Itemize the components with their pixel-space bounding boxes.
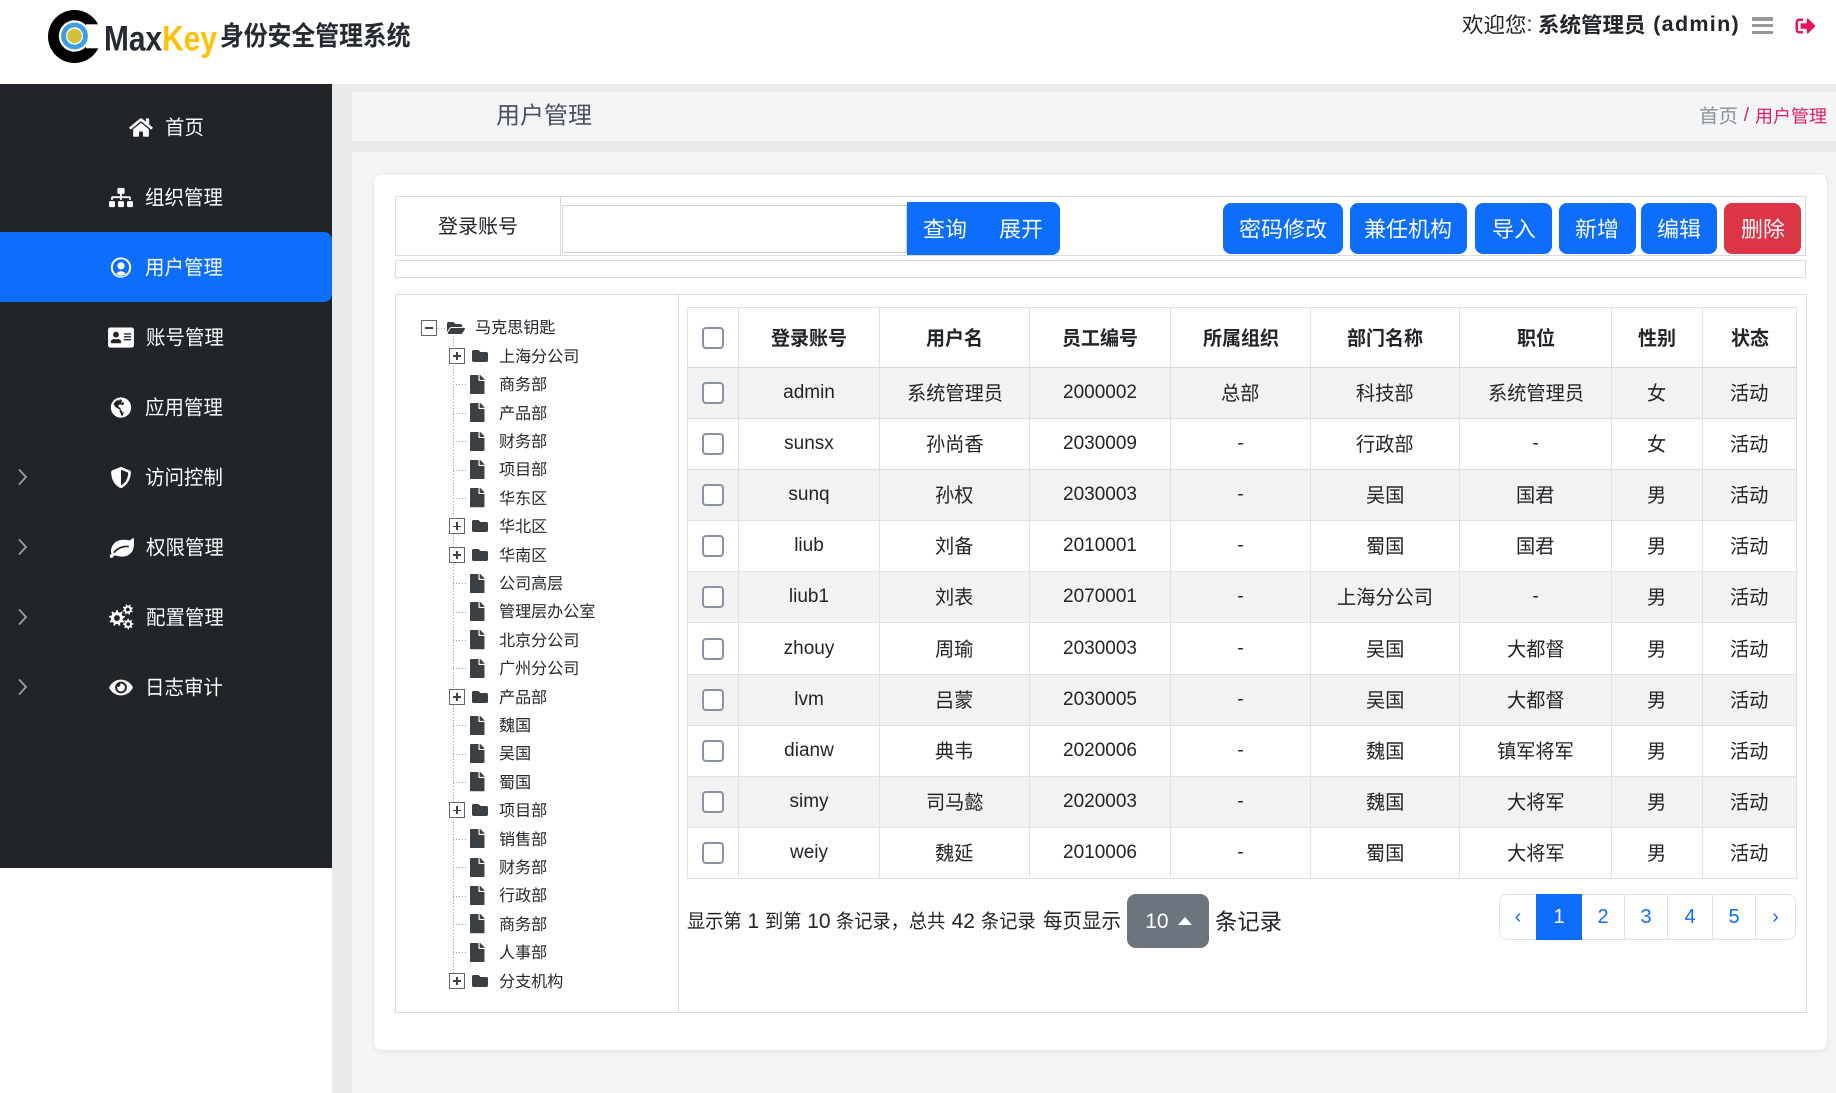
svg-text:MaxKey: MaxKey [104, 19, 217, 58]
